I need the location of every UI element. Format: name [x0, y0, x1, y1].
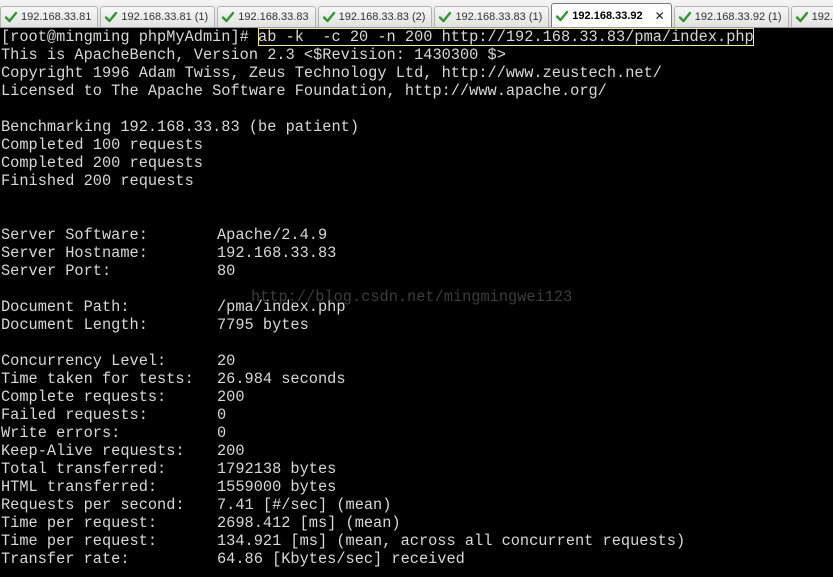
benchmark-header: This is ApacheBench, Version 2.3 <$Revis… [1, 46, 833, 226]
stat-row: Server Software: Apache/2.4.9 [1, 226, 833, 244]
session-tab[interactable]: 192.168.33.83 (2) [317, 6, 433, 27]
session-tab[interactable]: 192.168.33.81 [0, 6, 99, 27]
tab-label: 192.168.33.83 [238, 11, 309, 23]
stat-row: Requests per second: 7.41 [#/sec] (mean) [1, 496, 833, 514]
session-tab-bar: 192.168.33.81 192.168.33.81 (1) 192.168.33… [0, 0, 833, 28]
shell-prompt: [root@mingming phpMyAdmin]# [1, 28, 259, 46]
stat-label: Complete requests: [1, 388, 167, 406]
session-tab[interactable]: 192.168.33.83 [217, 6, 316, 27]
session-tab[interactable]: 192.168.33.83 (1) [434, 6, 550, 27]
stat-label: Time taken for tests: [1, 370, 194, 388]
stat-row: Complete requests: 200 [1, 388, 833, 406]
output-line: Copyright 1996 Adam Twiss, Zeus Technolo… [1, 64, 662, 82]
tab-label: 192.168.33.92 [572, 9, 643, 22]
connected-check-icon [4, 11, 18, 23]
stat-row: Keep-Alive requests: 200 [1, 442, 833, 460]
stat-label: Write errors: [1, 424, 121, 442]
stat-label: Document Path: [1, 298, 130, 316]
stat-label: Document Length: [1, 316, 148, 334]
stat-value: 134.921 [ms] (mean, across all concurren… [217, 532, 686, 550]
stat-value: 2698.412 [ms] (mean) [217, 514, 401, 532]
stat-row: Failed requests: 0 [1, 406, 833, 424]
stat-value: 0 [217, 406, 227, 424]
stat-value: 200 [217, 442, 245, 460]
connected-check-icon [795, 11, 808, 23]
tab-label: 192.168.33.83 (1) [455, 11, 543, 23]
ab-command: ab -k -c 20 -n 200 http://192.168.33.83/… [258, 28, 754, 46]
stat-label: Time per request: [1, 532, 158, 550]
connected-check-icon [678, 11, 691, 23]
stat-label: Server Hostname: [1, 244, 148, 262]
stat-row: Write errors: 0 [1, 424, 833, 442]
stat-label: Time per request: [1, 514, 158, 532]
stat-value: 1559000 bytes [217, 478, 337, 496]
tab-label: 192.168.33.81 [21, 11, 92, 23]
stat-value: 7.41 [#/sec] (mean) [217, 496, 392, 514]
output-line: Benchmarking 192.168.33.83 (be patient) [1, 118, 360, 136]
stat-value: 20 [217, 352, 236, 370]
stat-label: Keep-Alive requests: [1, 442, 185, 460]
stat-value: 80 [217, 262, 236, 280]
stat-label: Transfer rate: [1, 550, 130, 568]
stat-label: Requests per second: [1, 496, 185, 514]
stat-value: 7795 bytes [217, 316, 309, 334]
output-line: Licensed to The Apache Software Foundati… [1, 82, 607, 100]
stat-label: Failed requests: [1, 406, 148, 424]
stat-value: 1792138 bytes [217, 460, 337, 478]
stat-row: Total transferred: 1792138 bytes [1, 460, 833, 478]
connected-check-icon [105, 11, 118, 23]
output-line: Finished 200 requests [1, 172, 194, 190]
output-line: Completed 200 requests [1, 154, 203, 172]
session-tab[interactable]: 192.168.33.92 (1) [673, 6, 789, 27]
watermark: http://blog.csdn.net/mingmingwei123 [251, 288, 573, 306]
stat-label: Total transferred: [1, 460, 167, 478]
stat-value: 0 [217, 424, 227, 442]
tab-label: 192.168.33.83 (2) [338, 11, 426, 23]
tab-label: 192.168.33.81 (1) [121, 11, 209, 23]
stat-value: 200 [217, 388, 245, 406]
session-tab-active[interactable]: 192.168.33.92 ✕ [551, 3, 672, 27]
stat-value: 26.984 seconds [217, 370, 346, 388]
stat-row: Transfer rate: 64.86 [Kbytes/sec] receive… [1, 550, 833, 568]
stat-row: Document Length: 7795 bytes [1, 316, 833, 334]
stat-value: 192.168.33.83 [217, 244, 337, 262]
stat-row: Server Hostname: 192.168.33.83 [1, 244, 833, 262]
stat-row: Concurrency Level: 20 [1, 352, 833, 370]
connected-check-icon [222, 11, 235, 23]
stat-row: Time taken for tests: 26.984 seconds [1, 370, 833, 388]
stat-label: Concurrency Level: [1, 352, 167, 370]
session-tab[interactable]: 192.168.33.81 (1) [100, 6, 216, 27]
connected-check-icon [556, 10, 569, 21]
stat-value: 64.86 [Kbytes/sec] received [217, 550, 465, 568]
output-line: Completed 100 requests [1, 136, 203, 154]
close-tab-icon[interactable]: ✕ [655, 9, 665, 23]
stat-label: HTML transferred: [1, 478, 158, 496]
stat-label: Server Port: [1, 262, 112, 280]
stat-row: Time per request: 134.921 [ms] (mean, acr… [1, 532, 833, 550]
session-tab[interactable]: 192.1 [790, 6, 833, 27]
tab-label: 192.168.33.92 (1) [694, 11, 782, 23]
stat-row: Server Port: 80 [1, 262, 833, 280]
command-line: [root@mingming phpMyAdmin]# ab -k -c 20 … [1, 28, 833, 46]
stat-row [1, 334, 833, 352]
output-line: This is ApacheBench, Version 2.3 <$Revis… [1, 46, 506, 64]
stat-row: HTML transferred: 1559000 bytes [1, 478, 833, 496]
tab-label: 192.1 [811, 11, 833, 23]
stat-value: Apache/2.4.9 [217, 226, 328, 244]
connected-check-icon [322, 11, 335, 23]
stat-row: Time per request: 2698.412 [ms] (mean) [1, 514, 833, 532]
connected-check-icon [439, 11, 452, 23]
stat-label: Server Software: [1, 226, 148, 244]
benchmark-results: Server Software: Apache/2.4.9 Server Hostn… [1, 226, 833, 568]
